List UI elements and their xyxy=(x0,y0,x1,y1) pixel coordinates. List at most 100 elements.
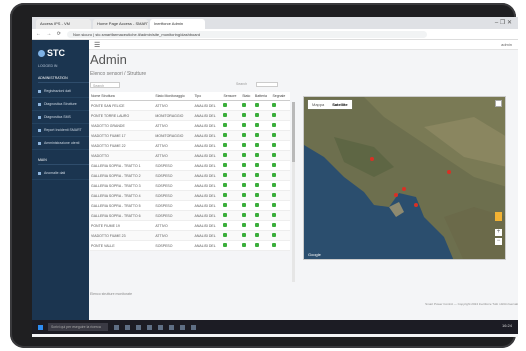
table-cell xyxy=(253,120,272,131)
table-cell: ANALISI DEL xyxy=(193,160,223,171)
url-field[interactable]: Non sicuro | stc.smartfarmaceutiche.it/a… xyxy=(66,30,427,38)
browser-tab[interactable]: Access IPS - VM xyxy=(36,19,91,29)
map-tab-satellite[interactable]: Satellite xyxy=(328,100,351,109)
table-cell xyxy=(253,200,272,211)
column-header[interactable]: Segnale xyxy=(271,92,290,101)
pegman-icon[interactable] xyxy=(495,212,502,221)
page-subtitle: Elenco sensori / Strutture xyxy=(90,71,147,77)
column-header[interactable]: Stato Monitoraggio xyxy=(154,92,194,101)
taskbar-clock[interactable]: 16:24 xyxy=(502,323,512,328)
sidebar-section-title: MAIN xyxy=(38,156,89,165)
app-icon[interactable] xyxy=(180,324,185,330)
status-ok-icon xyxy=(254,193,259,197)
table-cell: GALLERIA SOPRA - TRATTO 1 xyxy=(90,160,155,171)
sidebar-item-anomalie[interactable]: Anomalie dati xyxy=(32,167,89,180)
table-cell xyxy=(222,100,242,111)
status-ok-icon xyxy=(254,153,259,157)
status-ok-icon xyxy=(242,213,247,217)
store-icon[interactable] xyxy=(147,324,152,330)
fullscreen-icon[interactable] xyxy=(495,100,502,107)
google-logo: Google xyxy=(308,252,321,257)
table-row[interactable]: GALLERIA SOPRA - TRATTO 2 SOSPESO ANALISI … xyxy=(90,170,290,181)
table-row[interactable]: GALLERIA SOPRA - TRATTO 1 SOSPESO ANALISI … xyxy=(90,160,290,171)
column-header[interactable]: Nome Struttura xyxy=(90,92,155,101)
status-ok-icon xyxy=(242,233,247,237)
table-cell: ANALISI DEL xyxy=(193,200,223,211)
table-cell xyxy=(253,110,272,121)
app-icon[interactable] xyxy=(191,324,196,330)
table-row[interactable]: GALLERIA SOPRA - TRATTO 5 SOSPESO ANALISI … xyxy=(90,200,290,211)
status-ok-icon xyxy=(242,173,247,177)
app-logo[interactable]: STC xyxy=(38,48,89,58)
table-row[interactable]: VIADOTTO FIUME 22 ATTIVO ANALISI DEL xyxy=(90,140,290,151)
edge-icon[interactable] xyxy=(125,324,130,330)
table-row[interactable]: VIADOTTO ATTIVO ANALISI DEL xyxy=(90,150,290,161)
status-ok-icon xyxy=(272,103,277,107)
table-row[interactable]: GALLERIA SOPRA - TRATTO 6 SOSPESO ANALISI … xyxy=(90,210,290,221)
table-search-input[interactable] xyxy=(256,82,278,87)
table-cell xyxy=(241,200,254,211)
table-row[interactable]: VIADOTTO FIUME 17 MONITORAGGIO ANALISI DEL xyxy=(90,130,290,141)
column-header[interactable]: Batteria xyxy=(253,92,272,101)
nav-buttons[interactable]: ← → ⟳ xyxy=(32,31,67,37)
table-cell: MONITORAGGIO xyxy=(154,110,194,121)
sidebar-item-diagnostica-sms[interactable]: Diagnostica SMS xyxy=(32,111,89,124)
browser-tab-active[interactable]: Inertforce Admin xyxy=(150,19,205,29)
status-ok-icon xyxy=(242,243,247,247)
status-ok-icon xyxy=(242,143,247,147)
column-header[interactable]: Sensore xyxy=(222,92,242,101)
table-cell: ANALISI DEL xyxy=(193,120,223,131)
table-row[interactable]: PONTE SAN FELICE ATTIVO ANALISI DEL xyxy=(90,100,290,111)
table-cell xyxy=(241,120,254,131)
zoom-out-button[interactable]: − xyxy=(495,238,502,245)
table-row[interactable]: PONTE VALLE SOSPESO ANALISI DEL xyxy=(90,240,290,251)
table-cell xyxy=(253,130,272,141)
folder-icon[interactable] xyxy=(136,324,141,330)
user-menu[interactable]: admin xyxy=(501,42,512,47)
satellite-map[interactable]: Mappa Satellite + − Google xyxy=(303,96,506,260)
table-cell: ANALISI DEL xyxy=(193,100,223,111)
map-tab-mappa[interactable]: Mappa xyxy=(308,100,328,109)
sidebar-item-registrazioni[interactable]: Registrazioni dati xyxy=(32,85,89,98)
browser-tab[interactable]: Home Page Access - SMART ... xyxy=(93,19,148,29)
sidebar-item-utenti[interactable]: Amministrazione utenti xyxy=(32,137,89,150)
column-header[interactable]: Tipo xyxy=(193,92,223,101)
table-cell xyxy=(271,120,290,131)
zoom-in-button[interactable]: + xyxy=(495,229,502,236)
taskbar-search[interactable]: Scrivi qui per eseguire la ricerca xyxy=(48,323,108,331)
status-ok-icon xyxy=(223,123,228,127)
sidebar-item-diagnostica-strutture[interactable]: Diagnostica Strutture xyxy=(32,98,89,111)
status-ok-icon xyxy=(272,163,277,167)
chrome-icon[interactable] xyxy=(169,324,174,330)
status-ok-icon xyxy=(254,233,259,237)
table-cell xyxy=(222,230,242,241)
table-cell xyxy=(271,220,290,231)
status-ok-icon xyxy=(223,213,228,217)
table-cell: ANALISI DEL xyxy=(193,180,223,191)
mail-icon[interactable] xyxy=(158,324,163,330)
table-cell xyxy=(222,140,242,151)
table-row[interactable]: GALLERIA SOPRA - TRATTO 4 SOSPESO ANALISI … xyxy=(90,190,290,201)
table-scrollbar-thumb[interactable] xyxy=(292,102,295,162)
search-input[interactable]: Search xyxy=(90,82,120,88)
table-cell xyxy=(271,140,290,151)
status-ok-icon xyxy=(272,133,277,137)
table-row[interactable]: VIADOTTO FIUME 23 ATTIVO ANALISI DEL xyxy=(90,230,290,241)
table-row[interactable]: PONTE TORRE LAURO MONITORAGGIO ANALISI DEL xyxy=(90,110,290,121)
table-cell: SOSPESO xyxy=(154,240,194,251)
status-ok-icon xyxy=(254,133,259,137)
table-cell: VIADOTTO FIUME 23 xyxy=(90,230,155,241)
sidebar-item-report[interactable]: Report Incidenti SMART xyxy=(32,124,89,137)
table-cell xyxy=(241,110,254,121)
map-marker xyxy=(394,193,398,197)
column-header[interactable]: Stato xyxy=(241,92,254,101)
table-footer: Elenco strutture monitorate xyxy=(90,292,133,296)
task-view-icon[interactable] xyxy=(114,324,119,330)
table-cell: SOSPESO xyxy=(154,180,194,191)
window-controls[interactable]: – ❐ ✕ xyxy=(495,19,512,26)
windows-start-icon[interactable] xyxy=(38,324,43,330)
table-row[interactable]: GALLERIA SOPRA - TRATTO 3 SOSPESO ANALISI … xyxy=(90,180,290,191)
table-row[interactable]: PONTE FIUME 19 ATTIVO ANALISI DEL xyxy=(90,220,290,231)
table-row[interactable]: VIADOTTO GRANDE ATTIVO ANALISI DEL xyxy=(90,120,290,131)
menu-icon[interactable]: ☰ xyxy=(94,41,100,49)
